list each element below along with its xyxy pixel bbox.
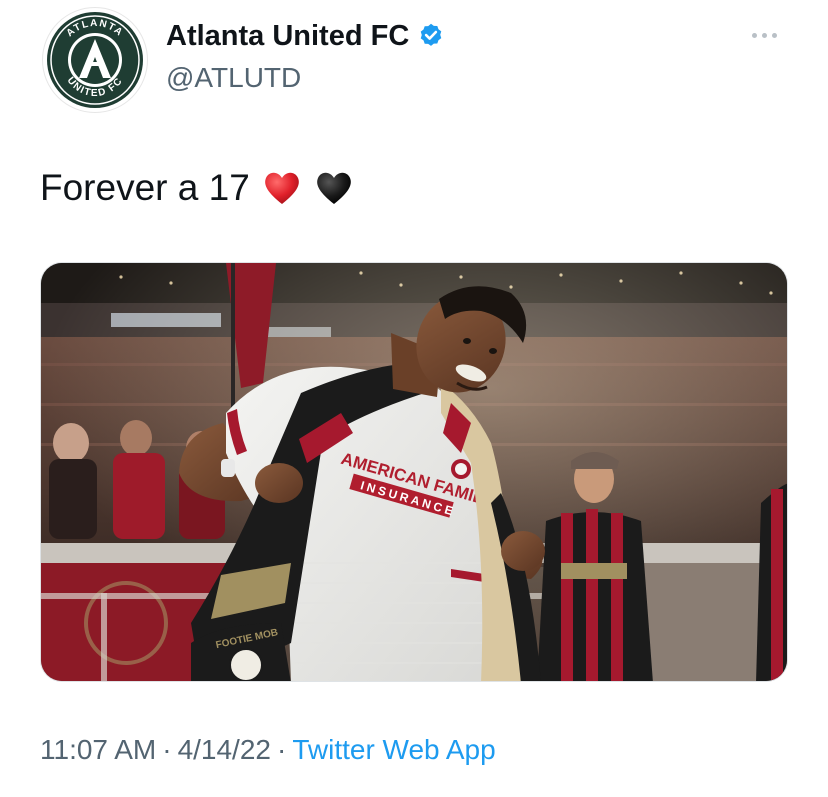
dot bbox=[752, 32, 757, 38]
more-options-icon[interactable] bbox=[752, 27, 784, 43]
verified-badge-icon bbox=[421, 23, 442, 46]
dot bbox=[772, 32, 777, 38]
display-name[interactable]: Atlanta United FC bbox=[166, 18, 409, 54]
avatar[interactable]: ATLANTA UNITED FC bbox=[42, 7, 148, 113]
author-name-row[interactable]: Atlanta United FC bbox=[166, 18, 445, 54]
red-heart-icon bbox=[264, 172, 299, 204]
tweet-date[interactable]: 4/14/22 bbox=[178, 734, 271, 765]
tweet-text-row: Forever a 17 bbox=[40, 166, 354, 210]
tweet-time[interactable]: 11:07 AM bbox=[40, 734, 156, 765]
tweet-meta: 11:07 AM · 4/14/22 · Twitter Web App bbox=[40, 732, 496, 768]
author-handle[interactable]: @ATLUTD bbox=[166, 61, 301, 95]
black-heart-icon bbox=[316, 172, 351, 204]
dot bbox=[762, 32, 767, 38]
stadium-photo-image: AMERICAN FAMILY INSURANCE FOOTIE MOB bbox=[41, 263, 787, 681]
tweet-photo[interactable]: AMERICAN FAMILY INSURANCE FOOTIE MOB bbox=[40, 262, 788, 682]
meta-separator: · bbox=[162, 734, 172, 765]
tweet-source-link[interactable]: Twitter Web App bbox=[292, 734, 495, 765]
tweet-text: Forever a 17 bbox=[40, 167, 250, 208]
atlanta-united-logo-icon: ATLANTA UNITED FC bbox=[47, 12, 143, 108]
meta-separator: · bbox=[276, 734, 287, 765]
